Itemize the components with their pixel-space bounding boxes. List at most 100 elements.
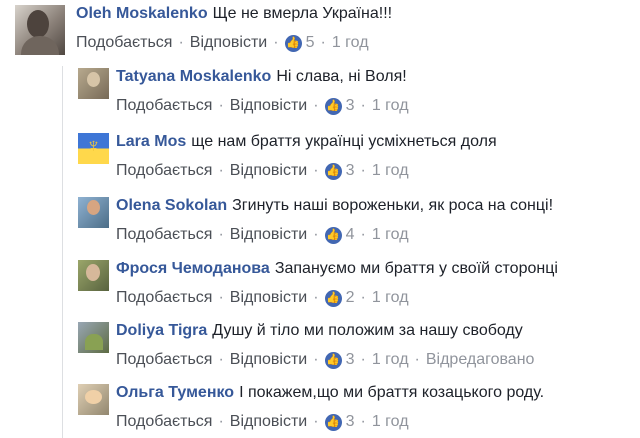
separator-dot: ·	[360, 97, 366, 114]
reply-comment-6: Ольга Туменко І покажем,що ми браття коза…	[78, 384, 544, 431]
doliya-tigra-avatar[interactable]	[78, 322, 109, 353]
comment-text: І покажем,що ми браття козацького роду.	[239, 384, 545, 401]
comment-time[interactable]: 1 год	[372, 162, 409, 180]
comment-text: ще нам браття українці усміхнеться доля	[191, 133, 497, 150]
like-count-value: 3	[345, 97, 355, 114]
separator-dot: ·	[218, 162, 224, 179]
reply-button[interactable]: Відповісти	[230, 97, 307, 115]
comment-author[interactable]: Tatyana Moskalenko	[116, 68, 271, 85]
comment-author[interactable]: Olena Sokolan	[116, 197, 227, 214]
reply-button[interactable]: Відповісти	[230, 351, 307, 369]
comment-author[interactable]: Ольга Туменко	[116, 384, 234, 401]
reply-comment-body: Tatyana Moskalenko Ні слава, ні Воля! Под…	[116, 68, 409, 115]
reply-button[interactable]: Відповісти	[230, 162, 307, 180]
separator-dot: ·	[360, 413, 366, 430]
reply-comment-body: Ольга Туменко І покажем,що ми браття коза…	[116, 384, 544, 431]
reply-actions: Подобається · Відповісти · 👍 3 · 1 год	[116, 97, 409, 115]
thumbs-up-icon: 👍	[284, 34, 302, 52]
olena-sokolan-avatar[interactable]	[78, 197, 109, 228]
reply-button[interactable]: Відповісти	[230, 413, 307, 431]
comment-author[interactable]: Oleh Moskalenko	[76, 5, 208, 22]
like-count-value: 3	[345, 351, 355, 368]
thumbs-up-icon: 👍	[324, 351, 342, 369]
like-count[interactable]: 👍 5	[284, 34, 315, 52]
like-button[interactable]: Подобається	[116, 226, 212, 244]
like-button[interactable]: Подобається	[116, 351, 212, 369]
like-count-value: 3	[345, 162, 355, 179]
reply-actions: Подобається · Відповісти · 👍 3 · 1 год · Відредаг…	[116, 351, 534, 369]
thumbs-up-icon: 👍	[324, 97, 342, 115]
comment-time[interactable]: 1 год	[372, 226, 409, 244]
reply-actions: Подобається · Відповісти · 👍 3 · 1 год	[116, 162, 497, 180]
reply-comment-3: Olena Sokolan Згинуть наші вороженьки, як…	[78, 197, 553, 244]
reply-comment-line: Фрося Чемоданова Запануємо ми браття у св…	[116, 260, 558, 278]
like-count[interactable]: 👍 3	[324, 351, 355, 369]
like-count[interactable]: 👍 2	[324, 289, 355, 307]
like-button[interactable]: Подобається	[116, 413, 212, 431]
comment-time[interactable]: 1 год	[372, 97, 409, 115]
oleh-moskalenko-avatar[interactable]	[15, 5, 65, 55]
reply-comment-line: Olena Sokolan Згинуть наші вороженьки, як…	[116, 197, 553, 215]
main-comment: Oleh Moskalenko Ще не вмерла Україна!!! П…	[15, 5, 392, 55]
separator-dot: ·	[313, 162, 319, 179]
thumbs-up-icon: 👍	[324, 162, 342, 180]
comment-text: Душу й тіло ми положим за нашу свободу	[212, 322, 523, 339]
like-count-value: 5	[305, 34, 315, 51]
like-button[interactable]: Подобається	[116, 162, 212, 180]
reply-button[interactable]: Відповісти	[190, 34, 267, 52]
main-comment-line: Oleh Moskalenko Ще не вмерла Україна!!!	[76, 5, 392, 23]
reply-comment-body: Olena Sokolan Згинуть наші вороженьки, як…	[116, 197, 553, 244]
reply-comment-line: Lara Mos ще нам браття українці усміхнеть…	[116, 133, 497, 151]
main-comment-body: Oleh Moskalenko Ще не вмерла Україна!!! П…	[76, 5, 392, 52]
separator-dot: ·	[313, 289, 319, 306]
reply-comment-5: Doliya Tigra Душу й тіло ми положим за на…	[78, 322, 534, 369]
reply-button[interactable]: Відповісти	[230, 289, 307, 307]
comment-time[interactable]: 1 год	[372, 289, 409, 307]
lara-mos-avatar[interactable]	[78, 133, 109, 164]
separator-dot: ·	[218, 97, 224, 114]
like-count-value: 3	[345, 413, 355, 430]
reply-comment-body: Doliya Tigra Душу й тіло ми положим за на…	[116, 322, 534, 369]
comment-time[interactable]: 1 год	[332, 34, 369, 52]
separator-dot: ·	[218, 351, 224, 368]
separator-dot: ·	[178, 34, 184, 51]
like-button[interactable]: Подобається	[116, 289, 212, 307]
like-button[interactable]: Подобається	[116, 97, 212, 115]
separator-dot: ·	[313, 413, 319, 430]
like-count[interactable]: 👍 4	[324, 226, 355, 244]
tatyana-moskalenko-avatar[interactable]	[78, 68, 109, 99]
like-button[interactable]: Подобається	[76, 34, 172, 52]
comment-author[interactable]: Doliya Tigra	[116, 322, 207, 339]
comment-author[interactable]: Lara Mos	[116, 133, 186, 150]
separator-dot: ·	[360, 289, 366, 306]
like-count-value: 4	[345, 226, 355, 243]
like-count-value: 2	[345, 289, 355, 306]
comment-time[interactable]: 1 год	[372, 413, 409, 431]
comment-text: Запануємо ми браття у своїй сторонці	[274, 260, 558, 277]
edited-label[interactable]: Відредаговано	[426, 351, 535, 369]
thumbs-up-icon: 👍	[324, 289, 342, 307]
like-count[interactable]: 👍 3	[324, 162, 355, 180]
reply-comment-4: Фрося Чемоданова Запануємо ми браття у св…	[78, 260, 558, 307]
reply-button[interactable]: Відповісти	[230, 226, 307, 244]
thumbs-up-icon: 👍	[324, 226, 342, 244]
separator-dot: ·	[320, 34, 326, 51]
separator-dot: ·	[313, 226, 319, 243]
separator-dot: ·	[360, 351, 366, 368]
main-comment-actions: Подобається · Відповісти · 👍 5 · 1 год	[76, 34, 392, 52]
separator-dot: ·	[218, 289, 224, 306]
like-count[interactable]: 👍 3	[324, 413, 355, 431]
reply-comment-1: Tatyana Moskalenko Ні слава, ні Воля! Под…	[78, 68, 409, 115]
comment-text: Ні слава, ні Воля!	[276, 68, 407, 85]
separator-dot: ·	[273, 34, 279, 51]
comment-author[interactable]: Фрося Чемоданова	[116, 260, 270, 277]
separator-dot: ·	[218, 413, 224, 430]
reply-comment-line: Doliya Tigra Душу й тіло ми положим за на…	[116, 322, 534, 340]
olha-tumenko-avatar[interactable]	[78, 384, 109, 415]
comment-time[interactable]: 1 год	[372, 351, 409, 369]
frosia-chemodanova-avatar[interactable]	[78, 260, 109, 291]
like-count[interactable]: 👍 3	[324, 97, 355, 115]
reply-comment-line: Ольга Туменко І покажем,що ми браття коза…	[116, 384, 544, 402]
reply-comment-2: Lara Mos ще нам браття українці усміхнеть…	[78, 133, 497, 180]
reply-actions: Подобається · Відповісти · 👍 4 · 1 год	[116, 226, 553, 244]
